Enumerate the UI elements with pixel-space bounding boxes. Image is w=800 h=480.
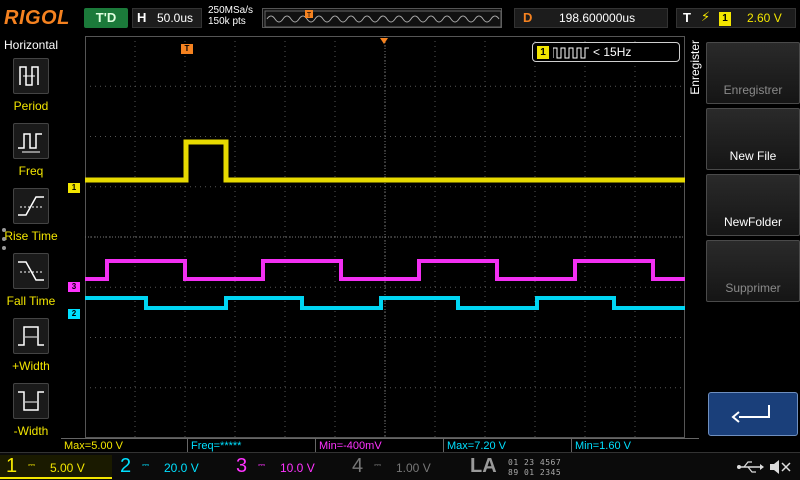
return-arrow-icon [731,405,770,423]
trigger-box[interactable]: T ⚡ 1 2.60 V [676,8,796,28]
memory-overview: T [262,8,502,28]
acquisition-info: 250MSa/s 150k pts [208,5,253,27]
measure-fall-time[interactable]: Fall Time [0,253,62,315]
ch1-scale-box[interactable]: 1 ⎓ 5.00 V [0,455,112,479]
measurement-ch2-min: Min=1.60 V [571,438,699,452]
measure-period[interactable]: Period [0,58,62,120]
ch3-offset-marker[interactable]: 3 [68,282,80,292]
timebase-value: 50.0us [157,11,194,25]
fall-time-icon [13,253,49,289]
logic-analyzer-box[interactable]: LA 01 23 4567 89 01 2345 [462,455,606,479]
dc-coupling-icon: ⎓ [142,461,150,471]
positive-width-label: +Width [12,359,50,373]
delay-key: D [523,10,533,25]
ch4-scale: 1.00 V [396,461,431,475]
usb-icon [737,461,764,473]
ch4-number: 4 [352,455,364,477]
timebase-box[interactable]: H 50.0us [132,8,202,28]
new-folder-button[interactable]: NewFolder [706,174,800,236]
return-button[interactable] [708,392,798,436]
ch2-scale-box[interactable]: 2 ⎓ 20.0 V [114,455,226,479]
la-channels-row1: 01 23 4567 [508,458,562,467]
ch4-scale-box[interactable]: 4 ⎓ 1.00 V [346,455,458,479]
trigger-key: T [683,10,691,25]
measurement-ch2-max: Max=7.20 V [443,438,571,452]
measurement-ch1-max: Max=5.00 V [61,438,187,452]
trigger-position-marker[interactable]: T [181,44,193,54]
fall-time-label: Fall Time [6,294,56,308]
la-label: LA [470,455,497,477]
ch1-offset-marker[interactable]: 1 [68,183,80,193]
center-marker-icon [380,38,388,44]
freq-label: Freq [18,164,44,178]
sample-rate: 250MSa/s [208,5,254,16]
new-file-button[interactable]: New File [706,108,800,170]
frequency-counter: 1 < 15Hz [532,42,680,62]
measure-menu: Horizontal Period Freq Rise Time Fall Ti… [0,36,62,438]
delete-button[interactable]: Supprimer [706,240,800,302]
ch3-scale-box[interactable]: 3 ⎓ 10.0 V [230,455,342,479]
save-menu: Enregister Enregistrer New File NewFolde… [686,36,800,438]
page-indicator [2,228,8,258]
negative-width-icon [13,383,49,419]
save-button[interactable]: Enregistrer [706,42,800,104]
measure-positive-width[interactable]: +Width [0,318,62,380]
measure-rise-time[interactable]: Rise Time [0,188,62,250]
positive-width-icon [13,318,49,354]
delay-value: 198.600000us [559,11,636,25]
waveform-display[interactable] [85,36,685,438]
measurement-ch3-min: Min=-400mV [315,438,443,452]
trigger-status-badge: T'D [84,8,128,28]
measure-freq[interactable]: Freq [0,123,62,185]
save-menu-title: Enregister [688,40,702,95]
dc-coupling-icon: ⎓ [28,461,36,471]
ch2-offset-marker[interactable]: 2 [68,309,80,319]
status-bar: RIGOL T'D H 50.0us 250MSa/s 150k pts T D… [0,0,800,36]
trigger-source: 1 [719,12,731,26]
freq-counter-channel: 1 [537,46,549,59]
speaker-muted-icon [770,460,791,474]
measure-menu-title: Horizontal [3,38,59,52]
svg-text:T: T [307,12,312,19]
period-icon [13,58,49,94]
rising-edge-icon: ⚡ [701,10,711,25]
ch1-scale: 5.00 V [50,461,85,475]
trigger-level: 2.60 V [747,11,782,25]
frequency-icon [13,123,49,159]
ch2-number: 2 [120,455,132,477]
rise-time-label: Rise Time [4,229,58,243]
la-channel-grid: 01 23 4567 89 01 2345 [508,458,602,478]
channel-bar: 1 ⎓ 5.00 V 2 ⎓ 20.0 V 3 ⎓ 10.0 V 4 ⎓ 1.0… [0,452,800,480]
memory-depth: 150k pts [208,16,246,27]
la-channels-row2: 89 01 2345 [508,468,562,477]
horizontal-key: H [137,10,147,25]
dc-coupling-icon: ⎓ [258,461,266,471]
measure-negative-width[interactable]: -Width [0,383,62,445]
ch2-scale: 20.0 V [164,461,199,475]
waveform-graticule [85,36,685,438]
ch1-number: 1 [6,455,18,477]
ch3-scale: 10.0 V [280,461,315,475]
square-wave-icon [553,47,589,59]
measurement-freq: Freq=***** [187,438,315,452]
delay-box[interactable]: D 198.600000us [514,8,668,28]
rise-time-icon [13,188,49,224]
period-label: Period [13,99,49,113]
ch3-number: 3 [236,455,248,477]
dc-coupling-icon: ⎓ [374,461,382,471]
negative-width-label: -Width [13,424,49,438]
freq-counter-value: < 15Hz [593,45,632,59]
system-icons [730,457,796,477]
rigol-logo: RIGOL [4,7,70,29]
